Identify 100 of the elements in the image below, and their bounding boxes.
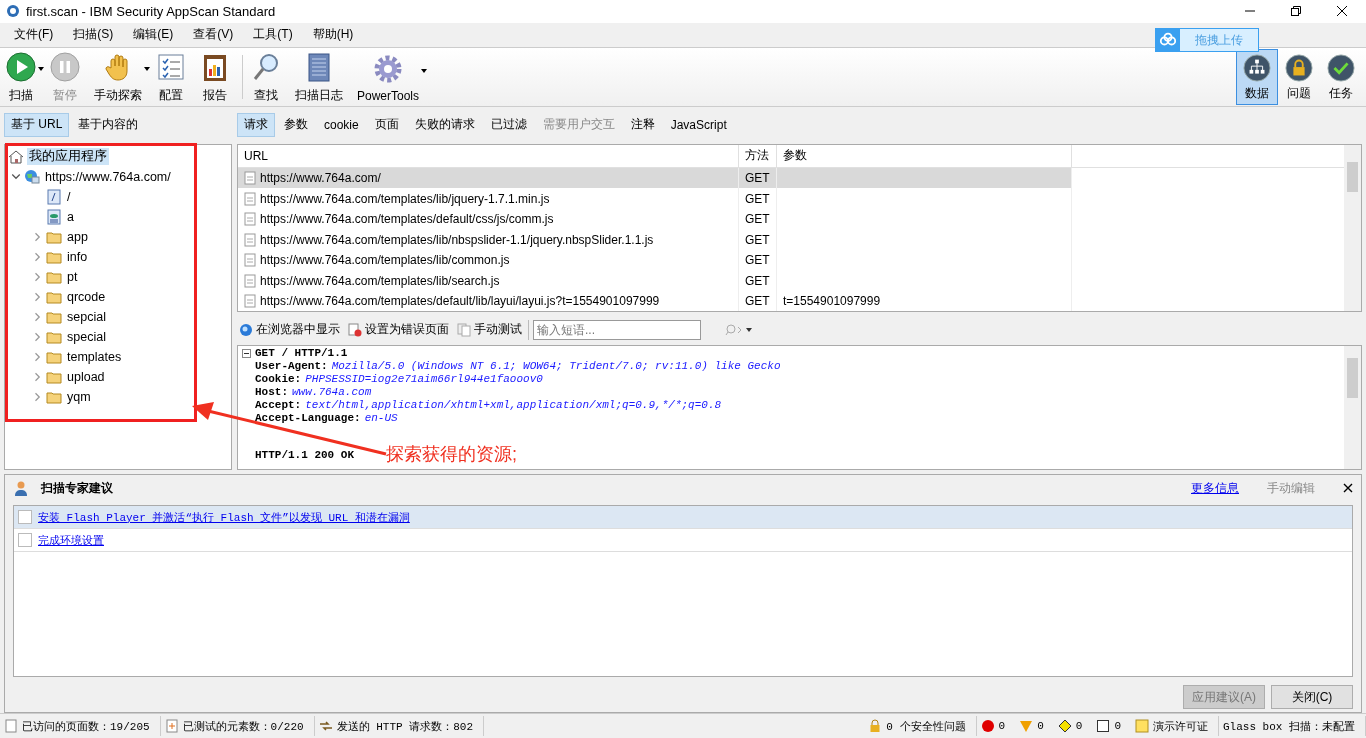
panel-title: 扫描专家建议: [41, 479, 113, 497]
close-icon[interactable]: [1343, 483, 1353, 494]
column-header[interactable]: 参数: [777, 144, 1072, 167]
menu-item[interactable]: 工具(T): [253, 26, 293, 44]
scrollbar[interactable]: [1344, 345, 1361, 470]
table-cell: https://www.764a.com/templates/default/lib/layui/layui.js?t=1554901097999: [260, 294, 660, 309]
view-button[interactable]: 问题: [1278, 48, 1320, 105]
close-icon[interactable]: [1336, 5, 1348, 18]
menu-item[interactable]: 编辑(E): [133, 26, 174, 44]
toolbar-button[interactable]: 扫描日志: [293, 49, 351, 105]
documents-icon: [457, 322, 471, 337]
toolbar-button[interactable]: 手动探索: [92, 49, 150, 105]
table-row[interactable]: https://www.764a.com/templates/default/css/js/comm.js GET: [238, 208, 1072, 230]
tree-item[interactable]: https://www.764a.com/: [43, 169, 173, 184]
expand-chevron-icon[interactable]: [33, 291, 43, 302]
maximize-icon[interactable]: [1290, 5, 1302, 18]
table-cell: https://www.764a.com/templates/lib/jquery-1.7.1.min.js: [260, 191, 550, 206]
tree-item[interactable]: sepcial: [65, 309, 108, 324]
view-button[interactable]: 任务: [1320, 48, 1362, 105]
tree-item[interactable]: special: [65, 329, 108, 344]
menu-item[interactable]: 查看(V): [193, 26, 234, 44]
tab[interactable]: 已过滤: [483, 112, 534, 137]
tree-item[interactable]: a: [65, 209, 76, 224]
view-button[interactable]: 数据: [1236, 48, 1278, 105]
advice-link[interactable]: 完成环境设置: [38, 532, 104, 548]
expand-chevron-icon[interactable]: [33, 371, 43, 382]
menu-item[interactable]: 扫描(S): [73, 26, 114, 44]
tab[interactable]: cookie: [317, 112, 366, 137]
tree-item[interactable]: app: [65, 229, 90, 244]
response-line: HTTP/1.1 200 OK: [255, 449, 355, 462]
expand-chevron-icon[interactable]: [33, 271, 43, 282]
arrows-icon: [318, 719, 333, 733]
collapse-chevron-icon[interactable]: [11, 171, 21, 182]
page-icon: [46, 188, 62, 205]
app-icon: [6, 4, 20, 19]
table-cell: GET: [739, 167, 777, 189]
table-row[interactable]: https://www.764a.com/templates/lib/nbspslider-1.1/jquery.nbspSlider.1.1.js GET: [238, 229, 1072, 250]
tree-item[interactable]: upload: [65, 369, 107, 384]
advice-link[interactable]: 安装 Flash Player 并激活“执行 Flash 文件”以发现 URL 和潜在漏洞: [38, 509, 410, 525]
tree-item[interactable]: 我的应用程序: [27, 148, 109, 166]
tree-item[interactable]: pt: [65, 269, 80, 284]
column-header[interactable]: 方法: [739, 144, 777, 167]
tree-item[interactable]: templates: [65, 349, 124, 364]
tab[interactable]: 基于内容的: [71, 112, 146, 137]
expand-chevron-icon[interactable]: [33, 231, 43, 242]
header-name: Host:: [255, 386, 288, 399]
tree-item[interactable]: info: [65, 249, 90, 264]
advice-row[interactable]: 完成环境设置: [14, 529, 1352, 553]
more-info-link[interactable]: 更多信息: [1191, 479, 1239, 497]
table-cell: GET: [739, 270, 777, 291]
tab[interactable]: 请求: [237, 112, 275, 137]
note-icon: [1135, 719, 1149, 733]
toolbar-button[interactable]: 配置: [154, 49, 194, 105]
search-dropdown-icon[interactable]: [725, 323, 753, 336]
checkbox[interactable]: [18, 510, 32, 525]
checkbox[interactable]: [18, 533, 32, 548]
play-icon: [6, 52, 36, 83]
gear-icon: [373, 53, 403, 84]
toolbar-button[interactable]: 设置为错误页面: [346, 321, 451, 339]
globe-computer-icon: [24, 168, 40, 185]
advice-row[interactable]: 安装 Flash Player 并激活“执行 Flash 文件”以发现 URL 和潜在漏洞: [14, 506, 1352, 530]
table-row[interactable]: https://www.764a.com/templates/lib/search.js GET: [238, 270, 1072, 291]
toolbar-button[interactable]: 报告: [198, 49, 238, 105]
dialog-button[interactable]: 关闭(C): [1271, 685, 1353, 710]
table-row[interactable]: https://www.764a.com/templates/default/lib/layui/layui.js?t=1554901097999 GET t=1554901097999: [238, 290, 1072, 311]
toolbar-button[interactable]: 查找: [249, 49, 289, 105]
expand-chevron-icon[interactable]: [33, 351, 43, 362]
tab[interactable]: 参数: [277, 112, 315, 137]
tab[interactable]: 注释: [623, 112, 662, 137]
table-row[interactable]: https://www.764a.com/templates/lib/common.js GET: [238, 249, 1072, 271]
error-page-icon: [348, 322, 362, 337]
menu-item[interactable]: 文件(F): [14, 26, 54, 44]
expand-chevron-icon[interactable]: [33, 391, 43, 402]
toolbar-button[interactable]: 扫描: [4, 49, 44, 105]
menu-item[interactable]: 帮助(H): [312, 26, 354, 44]
expand-chevron-icon[interactable]: [33, 331, 43, 342]
collapse-icon[interactable]: [242, 348, 251, 358]
table-row[interactable]: https://www.764a.com/ GET: [238, 167, 1072, 189]
tree-item[interactable]: qrcode: [65, 289, 108, 304]
toolbar-button[interactable]: 在浏览器中显示: [237, 321, 342, 339]
header-value: www.764a.com: [292, 386, 372, 399]
expand-chevron-icon[interactable]: [33, 251, 43, 262]
expand-chevron-icon[interactable]: [33, 311, 43, 322]
tab[interactable]: 基于 URL: [4, 112, 70, 137]
table-cell: https://www.764a.com/templates/lib/nbspslider-1.1/jquery.nbspSlider.1.1.js: [260, 232, 654, 247]
status-text: 已测试的元素数：0/220: [182, 719, 304, 734]
tab[interactable]: 失败的请求: [407, 112, 482, 137]
toolbar-button[interactable]: 手动测试: [455, 321, 524, 339]
status-text: 0 个安全性问题: [886, 719, 966, 734]
scrollbar[interactable]: [1344, 144, 1361, 311]
table-cell: https://www.764a.com/: [260, 171, 381, 186]
tab[interactable]: JavaScript: [663, 112, 734, 137]
search-field[interactable]: 输入短语...: [533, 319, 701, 340]
tab[interactable]: 页面: [367, 112, 406, 137]
tree-item[interactable]: yqm: [65, 389, 93, 404]
table-row[interactable]: https://www.764a.com/templates/lib/jquery-1.7.1.min.js GET: [238, 188, 1072, 209]
toolbar-button[interactable]: PowerTools: [355, 50, 428, 103]
column-header[interactable]: URL: [238, 144, 739, 167]
status-text: 发送的 HTTP 请求数：802: [336, 719, 474, 734]
tree-item[interactable]: /: [65, 189, 73, 204]
